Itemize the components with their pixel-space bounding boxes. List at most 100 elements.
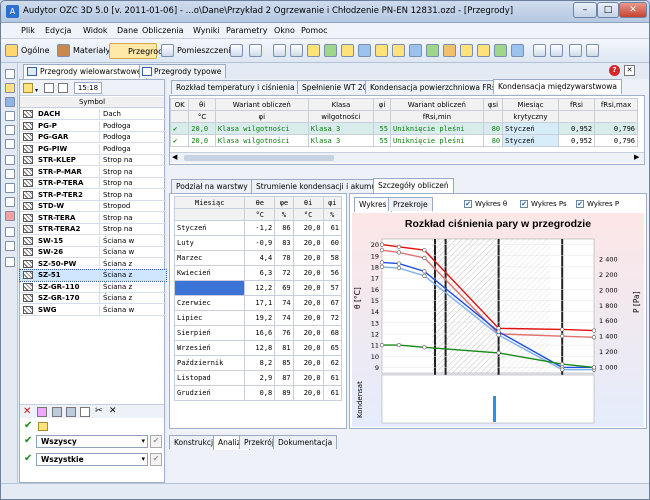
list-item[interactable]: SZ-GR-110 Ściana z — [20, 281, 166, 293]
cut-icon[interactable]: ✂ — [95, 406, 103, 416]
columns-icon[interactable] — [550, 44, 563, 57]
menu-wyniki[interactable]: Wyniki — [193, 26, 220, 35]
scroll-left-icon[interactable]: ◀ — [172, 153, 177, 161]
list-item[interactable]: SZ-51 Ściana z — [19, 269, 167, 282]
print-icon[interactable] — [5, 125, 15, 135]
tab-kondensacja-powierzchniowa[interactable]: Kondensacja powierzchniowa FRsi — [365, 80, 503, 94]
table-row[interactable]: Lipiec 19,2 74 20,0 72 — [173, 310, 343, 326]
menu-edycja[interactable]: Edycja — [45, 26, 71, 35]
list-item[interactable]: SW-26 Ściana w — [20, 247, 166, 258]
column-header[interactable]: Klasa — [307, 98, 375, 111]
close-panel-icon[interactable]: ✕ — [624, 65, 635, 76]
maximize-button[interactable]: □ — [597, 2, 619, 18]
menu-obliczenia[interactable]: Obliczenia — [142, 26, 184, 35]
table-row[interactable]: Listopad 2,9 87 20,0 61 — [173, 370, 343, 386]
cut-icon[interactable] — [5, 183, 15, 193]
copy-icon[interactable] — [5, 111, 15, 121]
column-header[interactable]: φi — [322, 196, 343, 209]
sort-time-icon[interactable] — [58, 83, 68, 93]
tab-wykres[interactable]: Wykres — [354, 197, 392, 212]
column-header[interactable]: Wariant obliczeń — [214, 98, 309, 111]
menu-pomoc[interactable]: Pomoc — [301, 26, 328, 35]
paste-icon[interactable] — [66, 407, 76, 417]
list-item[interactable]: PG-P Podłoga — [20, 120, 166, 132]
grid-icon[interactable] — [273, 44, 286, 57]
column-header[interactable]: θi — [188, 98, 216, 111]
table-row[interactable]: Kwiecień 6,3 72 20,0 56 — [173, 265, 343, 281]
apply-filter-button[interactable]: ✔ — [150, 453, 162, 466]
copy-alt-icon[interactable] — [80, 407, 90, 417]
dropdown-arrow-icon[interactable]: ▾ — [35, 87, 38, 94]
table-row[interactable]: Maj 12,2 69 20,0 57 — [173, 280, 343, 296]
menu-dane[interactable]: Dane — [117, 26, 138, 35]
list-item[interactable]: PG-PIW Podłoga — [20, 143, 166, 155]
title-bar[interactable]: A Audytor OZC 3D 5.0 [v. 2011-01-06] - .… — [1, 1, 649, 23]
save-icon[interactable] — [5, 97, 15, 107]
column-header[interactable]: fRsi,max — [594, 98, 638, 111]
tab-rozklad-temperatury[interactable]: Rozkład temperatury i ciśnienia — [171, 80, 300, 94]
view-icon[interactable] — [477, 44, 490, 57]
find-next-icon[interactable] — [5, 241, 15, 251]
table-row[interactable]: ✔ 20,0 Klasa wilgotności Klasa 3 55 Uniknięci… — [170, 122, 638, 135]
list-item[interactable]: STR-P-TERA Strop na — [20, 178, 166, 189]
preview-icon[interactable] — [5, 139, 15, 149]
column-header[interactable]: Miesiąc — [502, 98, 559, 111]
folder-icon[interactable] — [38, 422, 48, 431]
list-item[interactable]: SZ-50-PW Ściana z — [20, 258, 166, 270]
column-header[interactable]: φi — [373, 98, 391, 111]
list-item[interactable]: STD-W Stropod — [20, 201, 166, 212]
list-item[interactable]: STR-TERA2 Strop na — [20, 224, 166, 235]
find-icon[interactable] — [5, 227, 15, 237]
tab-dokumentacja[interactable]: Dokumentacja — [273, 435, 338, 449]
list-item[interactable]: SWG Ściana w — [20, 304, 166, 316]
dropdown-icon[interactable] — [249, 44, 262, 57]
export-icon[interactable] — [426, 44, 439, 57]
check-icon[interactable] — [494, 44, 507, 57]
table-row[interactable]: Sierpień 16,6 76 20,0 68 — [173, 325, 343, 341]
scroll-right-icon[interactable]: ▶ — [634, 153, 639, 161]
table-row[interactable]: Marzec 4,4 78 20,0 58 — [173, 250, 343, 266]
list-icon[interactable] — [290, 44, 303, 57]
tab-przegrody-typowe[interactable]: Przegrody typowe — [139, 64, 227, 78]
list-item[interactable]: SW-15 Ściana w — [20, 235, 166, 247]
horizontal-scrollbar[interactable]: ◀ ▶ — [170, 152, 644, 163]
tools-icon[interactable] — [37, 407, 47, 417]
table-row[interactable]: Luty -0,9 83 20,0 60 — [173, 235, 343, 251]
scroll-thumb[interactable] — [184, 155, 334, 161]
delete-icon[interactable]: ✕ — [23, 406, 31, 417]
column-header[interactable]: Wariant obliczeń — [389, 98, 484, 111]
calculator-icon[interactable] — [5, 257, 15, 267]
menu-parametry[interactable]: Parametry — [226, 26, 267, 35]
table-row[interactable]: Styczeń -1,2 86 20,0 61 — [173, 220, 343, 236]
time-field[interactable]: 15:18 — [74, 82, 102, 94]
arrow-right-icon[interactable] — [5, 169, 15, 179]
tab-kondensacja-miedzywarstwowa[interactable]: Kondensacja międzywarstwowa — [493, 79, 622, 94]
table-row[interactable]: Październik 8,2 85 20,0 62 — [173, 355, 343, 371]
delete-icon[interactable] — [5, 211, 15, 221]
folder-icon[interactable] — [307, 44, 320, 57]
new-icon[interactable] — [5, 69, 15, 79]
copy-icon[interactable] — [52, 407, 62, 417]
layers-icon[interactable] — [409, 44, 422, 57]
table-icon[interactable] — [341, 44, 354, 57]
list-item[interactable]: DACH Dach — [20, 109, 166, 120]
menu-plik[interactable]: Plik — [21, 26, 35, 35]
close-button[interactable]: ✕ — [619, 2, 647, 18]
list-item[interactable]: SZ-GR-170 Ściana z — [20, 293, 166, 304]
tab-przegrody[interactable]: Przegrody — [109, 43, 168, 59]
report-icon[interactable] — [375, 44, 388, 57]
wykres-ps-checkbox[interactable]: ✔ — [520, 200, 528, 208]
window-icon[interactable] — [358, 44, 371, 57]
close-icon[interactable]: ✕ — [109, 406, 117, 416]
list-item[interactable]: PG-GAR Podłoga — [20, 132, 166, 143]
filter-select-wszystkie[interactable]: Wszystkie ▾ — [36, 453, 148, 466]
align-right-icon[interactable] — [586, 44, 599, 57]
column-header[interactable]: Miesiąc — [173, 196, 246, 209]
settings-icon[interactable] — [460, 44, 473, 57]
symbol-column-header[interactable]: Symbol — [20, 97, 164, 108]
paste-icon[interactable] — [5, 197, 15, 207]
tab-przegrody-wielowarstwowe[interactable]: Przegrody wielowarstwowe — [23, 64, 147, 79]
calc-icon[interactable] — [324, 44, 337, 57]
import-icon[interactable] — [443, 44, 456, 57]
wykres-theta-checkbox[interactable]: ✔ — [464, 200, 472, 208]
